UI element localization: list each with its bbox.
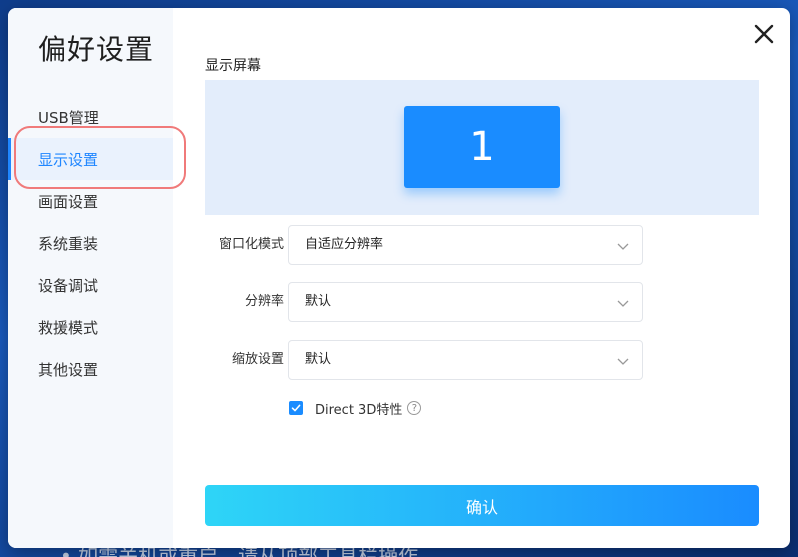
- dialog-title: 偏好设置: [38, 33, 155, 66]
- chevron-down-icon: [617, 358, 629, 365]
- sidebar-item-rescue[interactable]: 救援模式: [8, 306, 173, 348]
- sidebar-item-display[interactable]: 显示设置: [8, 138, 173, 180]
- sidebar-nav: USB管理 显示设置 画面设置 系统重装 设备调试 救援模式 其他设置: [8, 96, 173, 390]
- sidebar-item-label: 系统重装: [38, 234, 99, 253]
- check-icon: [291, 404, 301, 412]
- chevron-down-icon: [617, 243, 629, 250]
- select-value: 默认: [305, 294, 332, 309]
- screen-preview-panel: 1: [205, 80, 759, 215]
- form-row-scaling: 缩放设置 默认: [205, 340, 759, 380]
- screen-tile[interactable]: 1: [404, 106, 560, 188]
- preferences-dialog: 偏好设置 USB管理 显示设置 画面设置 系统重装 设备调试 救援模式 其他设置: [8, 8, 790, 548]
- sidebar-item-label: 救援模式: [38, 318, 99, 337]
- sidebar-item-debug[interactable]: 设备调试: [8, 264, 173, 306]
- resolution-select[interactable]: 默认: [288, 282, 643, 322]
- sidebar-item-label: 显示设置: [38, 150, 99, 169]
- section-title: 显示屏幕: [205, 58, 261, 74]
- close-button[interactable]: [752, 22, 776, 46]
- field-label: 分辨率: [244, 294, 284, 309]
- select-value: 默认: [305, 352, 332, 367]
- direct3d-label: Direct 3D特性: [315, 402, 403, 418]
- form-row-resolution: 分辨率 默认: [205, 282, 759, 322]
- sidebar-item-label: 画面设置: [38, 192, 99, 211]
- field-label: 窗口化模式: [218, 237, 284, 252]
- sidebar-item-other[interactable]: 其他设置: [8, 348, 173, 390]
- scaling-select[interactable]: 默认: [288, 340, 643, 380]
- window-mode-select[interactable]: 自适应分辨率: [288, 225, 643, 265]
- sidebar-item-reinstall[interactable]: 系统重装: [8, 222, 173, 264]
- help-circle-icon[interactable]: ?: [407, 401, 422, 415]
- sidebar-item-picture[interactable]: 画面设置: [8, 180, 173, 222]
- direct3d-checkbox[interactable]: [289, 401, 303, 415]
- field-label: 缩放设置: [231, 352, 284, 367]
- confirm-button[interactable]: 确认: [205, 485, 759, 526]
- close-icon: [754, 24, 774, 44]
- screen-number: 1: [469, 124, 495, 170]
- sidebar-item-label: 设备调试: [38, 276, 99, 295]
- sidebar-item-label: USB管理: [38, 108, 99, 127]
- form-row-window-mode: 窗口化模式 自适应分辨率: [205, 225, 759, 265]
- sidebar-item-usb[interactable]: USB管理: [8, 96, 173, 138]
- sidebar-item-label: 其他设置: [38, 360, 99, 379]
- direct3d-option: Direct 3D特性 ?: [289, 399, 422, 418]
- sidebar: 偏好设置 USB管理 显示设置 画面设置 系统重装 设备调试 救援模式 其他设置: [8, 8, 173, 548]
- chevron-down-icon: [617, 300, 629, 307]
- select-value: 自适应分辨率: [305, 237, 384, 252]
